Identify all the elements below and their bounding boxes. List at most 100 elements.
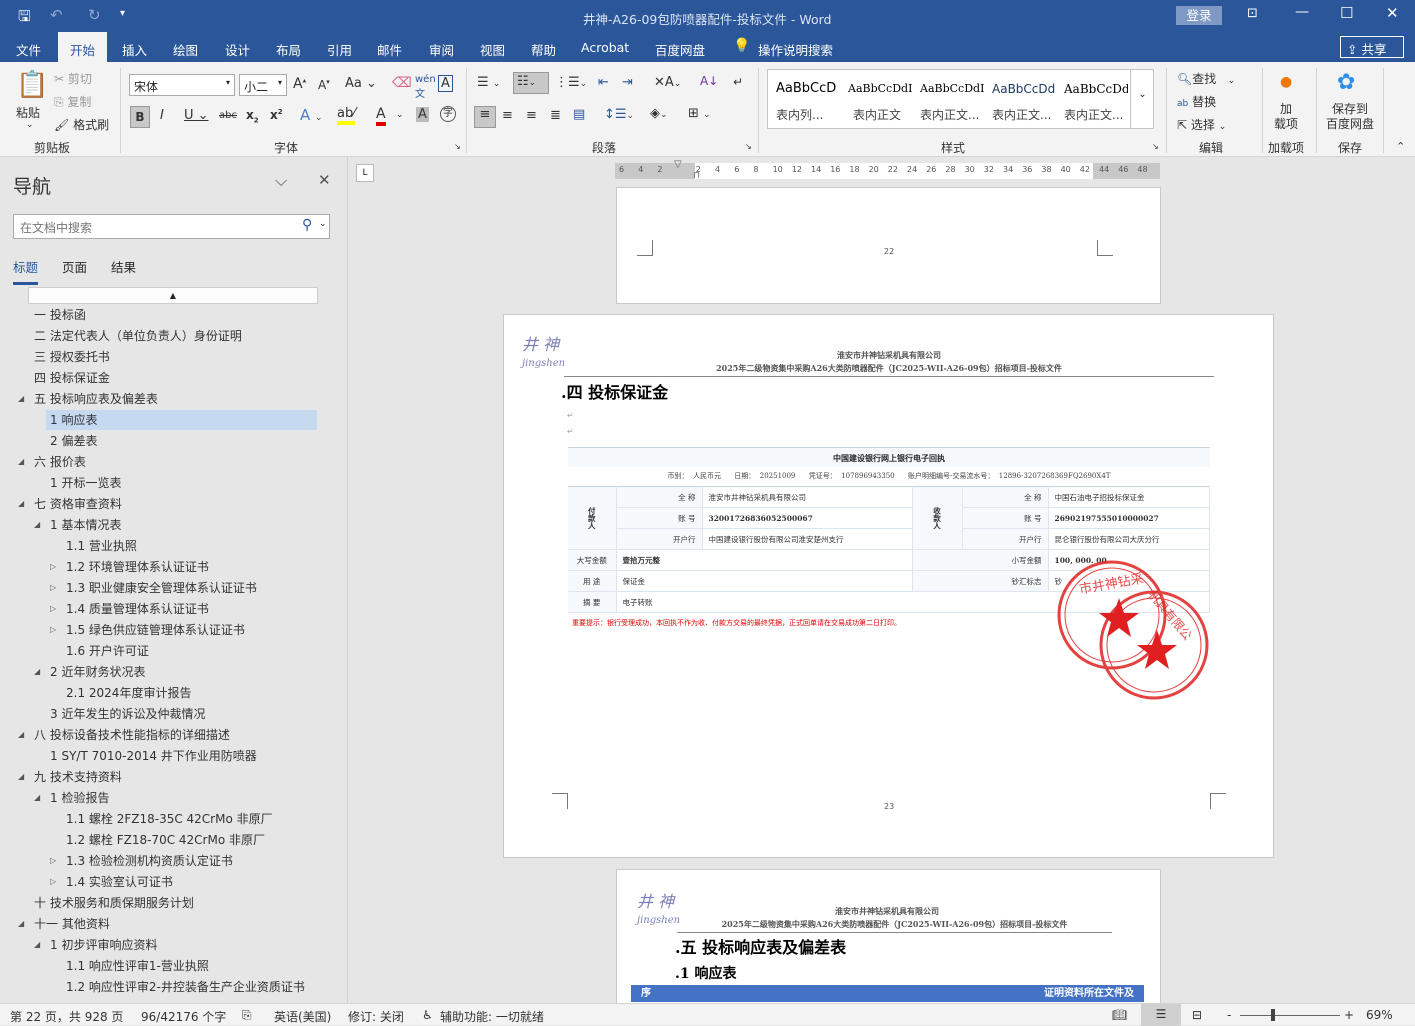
- borders-icon[interactable]: ⊞ ⌄: [688, 106, 711, 121]
- nav-heading-item[interactable]: 1.1 营业执照: [62, 536, 137, 556]
- italic-button[interactable]: I: [160, 108, 164, 123]
- select-button[interactable]: ⇱ 选择 ⌄: [1177, 116, 1226, 133]
- nav-tab-pages[interactable]: 页面: [62, 257, 87, 276]
- collapse-arrow-icon[interactable]: ◢: [34, 667, 40, 676]
- paste-dropdown-icon[interactable]: ⌄: [26, 120, 34, 130]
- bullets-icon[interactable]: ☰ ⌄: [477, 75, 500, 90]
- search-dropdown-icon[interactable]: ⌄: [319, 219, 327, 229]
- track-changes[interactable]: 修订: 关闭: [348, 1008, 404, 1025]
- page-count[interactable]: 第 22 页，共 928 页: [10, 1008, 123, 1025]
- nav-heading-item[interactable]: 1.4 质量管理体系认证证书: [62, 599, 209, 619]
- zoom-out-button[interactable]: -: [1227, 1008, 1231, 1022]
- save-to-baidu-button[interactable]: 保存到 百度网盘: [1326, 102, 1374, 132]
- tab-review[interactable]: 审阅: [429, 40, 454, 59]
- align-left-button[interactable]: ≡: [474, 106, 496, 128]
- nav-heading-item[interactable]: 一 投标函: [30, 305, 86, 325]
- align-right-button[interactable]: ≡: [526, 108, 537, 123]
- heading-response-table[interactable]: .1 响应表: [675, 963, 737, 983]
- zoom-in-button[interactable]: +: [1344, 1008, 1354, 1022]
- nav-tab-headings[interactable]: 标题: [13, 257, 39, 285]
- collapse-arrow-icon[interactable]: ◢: [34, 940, 40, 949]
- tab-selector[interactable]: L: [356, 164, 374, 182]
- bold-button[interactable]: B: [130, 106, 150, 128]
- font-size-select[interactable]: 小二 ▾: [239, 74, 287, 96]
- nav-heading-item[interactable]: 十 技术服务和质保期服务计划: [30, 893, 194, 913]
- search-icon[interactable]: ⚲: [302, 217, 312, 233]
- nav-search-input[interactable]: 在文档中搜索 ⚲ ⌄: [13, 214, 330, 239]
- tab-help[interactable]: 帮助: [531, 40, 556, 59]
- strikethrough-button[interactable]: abc: [219, 110, 237, 121]
- char-border-icon[interactable]: A: [438, 75, 453, 92]
- expand-arrow-icon[interactable]: ▷: [50, 877, 56, 886]
- left-indent-marker[interactable]: ⊓: [693, 171, 700, 181]
- chinese-layout-icon[interactable]: ✕A⌄: [654, 75, 681, 90]
- read-mode-icon[interactable]: 📖︎: [1112, 1008, 1127, 1022]
- tab-insert[interactable]: 插入: [122, 40, 147, 59]
- paragraph-dialog-launcher[interactable]: ↘: [745, 142, 752, 151]
- subscript-button[interactable]: x2: [246, 108, 259, 124]
- collapse-arrow-icon[interactable]: ◢: [18, 730, 24, 739]
- nav-heading-item[interactable]: 1.3 职业健康安全管理体系认证证书: [62, 578, 257, 598]
- word-count[interactable]: 96/42176 个字: [141, 1008, 226, 1025]
- styles-dialog-launcher[interactable]: ↘: [1152, 142, 1159, 151]
- font-color-dropdown[interactable]: ⌄: [396, 110, 404, 120]
- nav-heading-item[interactable]: 1.2 响应性评审2-井控装备生产企业资质证书: [62, 977, 305, 997]
- collapse-arrow-icon[interactable]: ◢: [18, 919, 24, 928]
- superscript-button[interactable]: x2: [270, 108, 283, 122]
- redo-icon[interactable]: ↻: [88, 6, 101, 24]
- nav-heading-item[interactable]: 六 报价表: [30, 452, 86, 472]
- tab-acrobat[interactable]: Acrobat: [581, 40, 629, 55]
- style-item[interactable]: AaBbCcDd 表内正文...: [984, 70, 1056, 128]
- nav-heading-item[interactable]: 1.2 环境管理体系认证证书: [62, 557, 209, 577]
- tab-draw[interactable]: 绘图: [173, 40, 198, 59]
- print-layout-icon[interactable]: ☰: [1141, 1004, 1181, 1026]
- nav-heading-item[interactable]: 1.6 开户许可证: [62, 641, 149, 661]
- language[interactable]: 英语(美国): [274, 1008, 331, 1025]
- tab-layout[interactable]: 布局: [276, 40, 301, 59]
- cut-button[interactable]: ✂ 剪切: [54, 70, 92, 87]
- tab-view[interactable]: 视图: [480, 40, 505, 59]
- customize-qat-icon[interactable]: ▾: [120, 8, 125, 19]
- nav-heading-item[interactable]: 1.2 螺栓 FZ18-70C 42CrMo 非原厂: [62, 830, 265, 850]
- collapse-arrow-icon[interactable]: ◢: [34, 520, 40, 529]
- accessibility-status[interactable]: 辅助功能: 一切就绪: [440, 1008, 544, 1025]
- nav-heading-item[interactable]: 1 SY/T 7010-2014 井下作业用防喷器: [46, 746, 257, 766]
- styles-more-button[interactable]: ⌄: [1130, 69, 1154, 129]
- highlight-icon[interactable]: ab⁄: [337, 106, 356, 125]
- nav-heading-item[interactable]: 1.4 实验室认可证书: [62, 872, 173, 892]
- nav-heading-item[interactable]: 二 法定代表人（单位负责人）身份证明: [30, 326, 242, 346]
- nav-heading-item[interactable]: 1.1 螺栓 2FZ18-35C 42CrMo 非原厂: [62, 809, 273, 829]
- nav-heading-item[interactable]: 1 初步评审响应资料: [46, 935, 157, 955]
- zoom-slider-thumb[interactable]: [1271, 1009, 1275, 1021]
- style-item[interactable]: AaBbCcDdI 表内正文: [840, 70, 912, 128]
- collapse-arrow-icon[interactable]: ◢: [18, 499, 24, 508]
- collapse-arrow-icon[interactable]: ◢: [18, 772, 24, 781]
- undo-icon[interactable]: ↶: [50, 6, 63, 24]
- style-item[interactable]: AaBbCcDdI 表内正文...: [912, 70, 984, 128]
- nav-options-icon[interactable]: ⌵: [275, 171, 287, 191]
- format-painter-button[interactable]: 🖌 格式刷: [54, 116, 109, 133]
- show-marks-icon[interactable]: ↵: [733, 75, 743, 89]
- nav-heading-item[interactable]: 1.1 响应性评审1-营业执照: [62, 956, 209, 976]
- nav-heading-item[interactable]: 九 技术支持资料: [30, 767, 122, 787]
- expand-arrow-icon[interactable]: ▷: [50, 604, 56, 613]
- tab-home[interactable]: 开始: [58, 32, 108, 62]
- tab-file[interactable]: 文件: [16, 40, 41, 59]
- nav-heading-item[interactable]: 八 投标设备技术性能指标的详细描述: [30, 725, 230, 745]
- multilevel-list-icon[interactable]: ⋮☰⌄: [555, 75, 587, 90]
- minimize-icon[interactable]: —: [1295, 4, 1309, 20]
- expand-arrow-icon[interactable]: ▷: [50, 856, 56, 865]
- replace-button[interactable]: ab 替换: [1177, 93, 1216, 110]
- nav-heading-item[interactable]: 五 投标响应表及偏差表: [30, 389, 158, 409]
- style-item[interactable]: AaBbCcDd 表内正文...: [1056, 70, 1128, 128]
- nav-heading-item[interactable]: 1.5 绿色供应链管理体系认证证书: [62, 620, 245, 640]
- ribbon-display-icon[interactable]: ⊡: [1247, 6, 1258, 21]
- numbering-icon[interactable]: ☷⌄: [513, 72, 549, 94]
- paste-icon[interactable]: 📋: [16, 70, 48, 100]
- line-spacing-icon[interactable]: ↕☰⌄: [604, 107, 634, 122]
- collapse-arrow-icon[interactable]: ◢: [18, 394, 24, 403]
- clear-format-icon[interactable]: ⌫: [392, 75, 412, 91]
- nav-heading-item[interactable]: 四 投标保证金: [30, 368, 110, 388]
- first-line-indent-marker[interactable]: ▽: [674, 159, 682, 170]
- tab-references[interactable]: 引用: [327, 40, 352, 59]
